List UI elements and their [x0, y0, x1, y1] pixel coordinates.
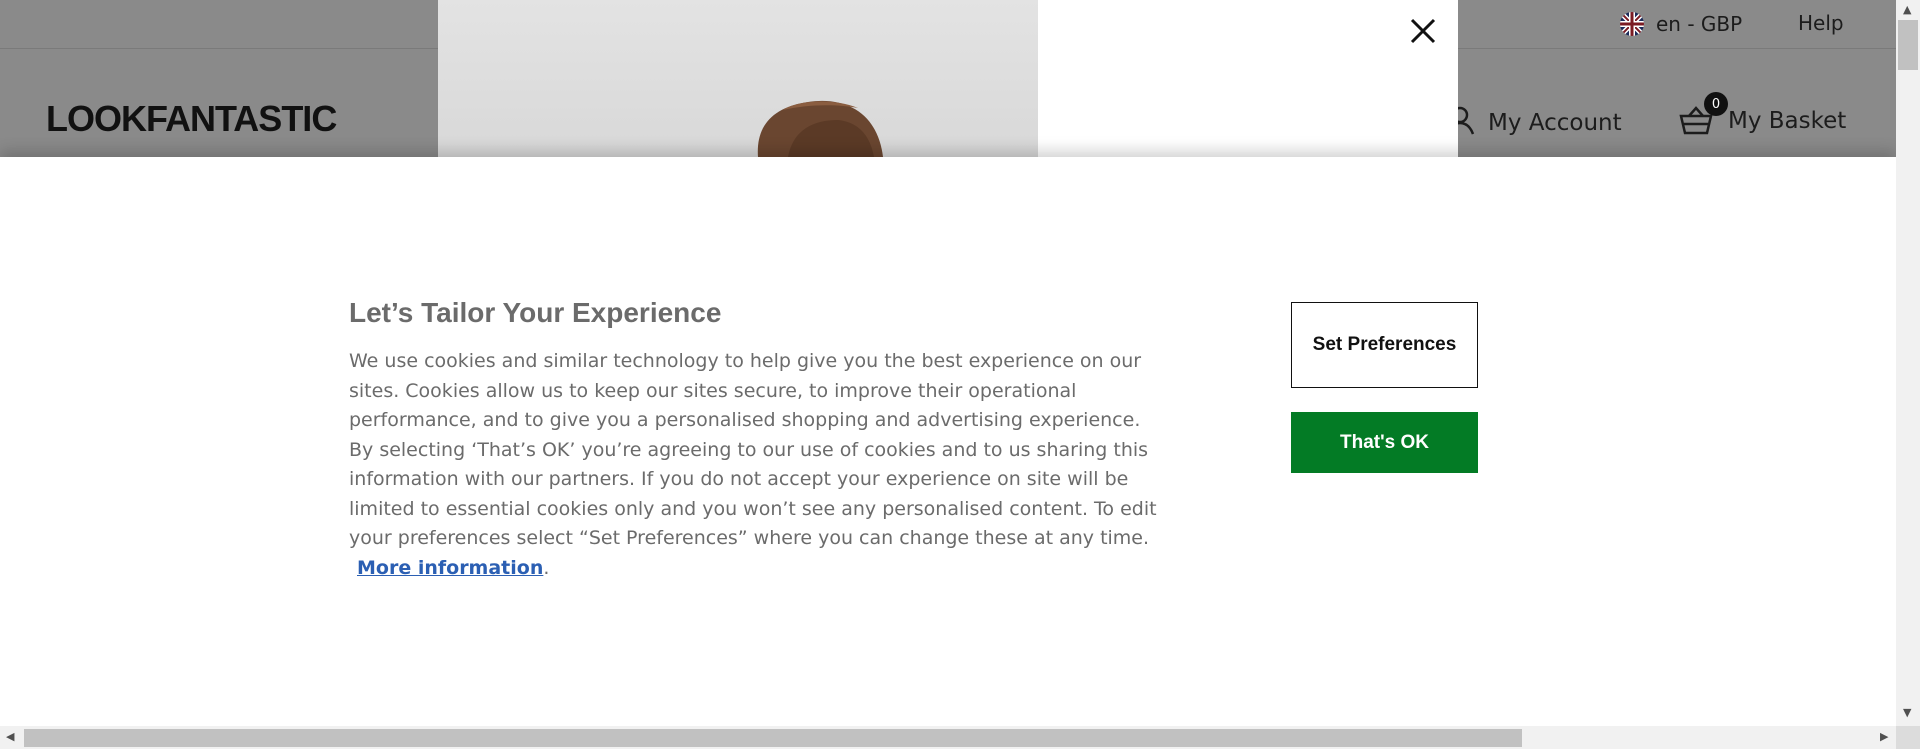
- basket-icon: 0: [1678, 92, 1728, 138]
- scroll-down-arrow-icon[interactable]: ▼: [1903, 707, 1911, 718]
- promo-popup: [438, 0, 1458, 157]
- horizontal-scrollbar-thumb[interactable]: [24, 729, 1522, 747]
- more-information-link[interactable]: More information: [357, 557, 543, 579]
- cookie-banner-body: We use cookies and similar technology to…: [349, 350, 1157, 549]
- help-link[interactable]: Help: [1798, 11, 1844, 35]
- link-period: .: [543, 556, 550, 579]
- vertical-scrollbar-thumb[interactable]: [1898, 20, 1918, 70]
- scroll-left-arrow-icon[interactable]: ◀: [6, 731, 14, 742]
- set-preferences-button[interactable]: Set Preferences: [1291, 302, 1478, 388]
- site-logo[interactable]: LOOKFANTASTIC: [46, 98, 337, 140]
- uk-flag-icon: [1620, 12, 1644, 36]
- my-account-link[interactable]: My Account: [1446, 104, 1622, 142]
- cookie-banner-title: Let’s Tailor Your Experience: [349, 297, 722, 328]
- promo-image: [438, 0, 1038, 157]
- accept-cookies-button[interactable]: That's OK: [1291, 412, 1478, 473]
- my-basket-link[interactable]: 0 My Basket: [1678, 92, 1847, 138]
- locale-label: en - GBP: [1656, 12, 1743, 36]
- scrollbar-corner: [1896, 726, 1920, 749]
- scroll-up-arrow-icon[interactable]: ▲: [1903, 4, 1911, 15]
- basket-count-badge: 0: [1704, 92, 1728, 116]
- my-basket-label: My Basket: [1728, 108, 1847, 134]
- cookie-banner-text: We use cookies and similar technology to…: [349, 347, 1169, 583]
- scroll-right-arrow-icon[interactable]: ▶: [1880, 731, 1888, 742]
- cookie-banner: Let’s Tailor Your Experience We use cook…: [0, 157, 1896, 726]
- locale-selector[interactable]: en - GBP: [1620, 10, 1742, 38]
- my-account-label: My Account: [1488, 110, 1622, 136]
- vertical-scrollbar[interactable]: [1896, 0, 1920, 726]
- close-icon[interactable]: [1406, 14, 1440, 48]
